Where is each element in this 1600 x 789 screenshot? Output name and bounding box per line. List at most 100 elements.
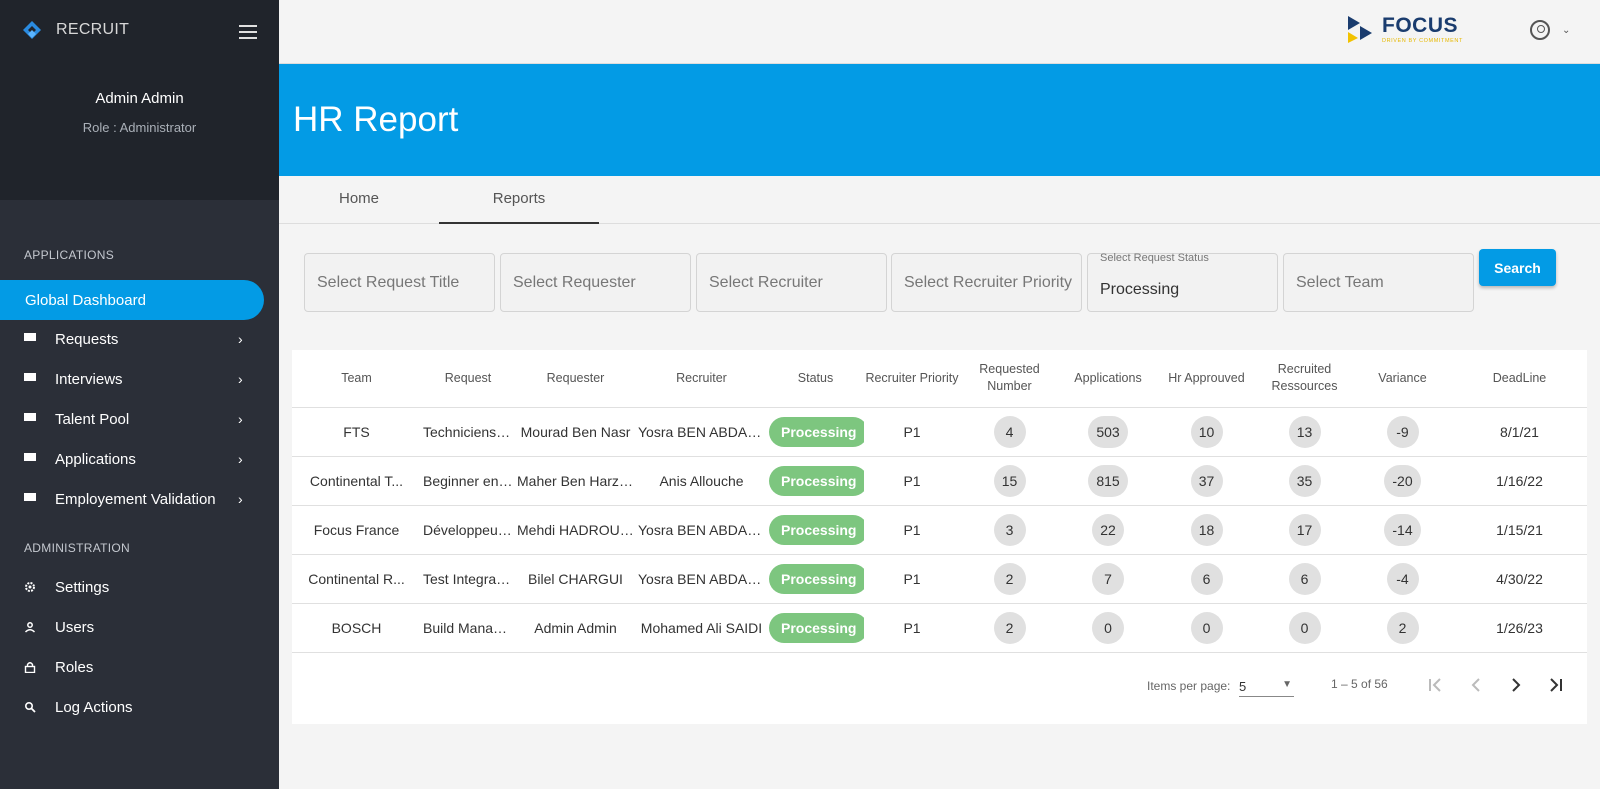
header-variance[interactable]: Variance	[1353, 350, 1452, 408]
header-team[interactable]: Team	[292, 350, 421, 408]
next-page-button[interactable]	[1502, 671, 1530, 699]
request-title-select[interactable]: Select Request Title	[304, 253, 495, 312]
sidebar-item-employement-validation[interactable]: Employement Validation ›	[0, 479, 264, 519]
count-badge: 22	[1092, 513, 1124, 546]
sidebar-item-applications[interactable]: Applications ›	[0, 439, 264, 479]
chevron-right-icon: ›	[238, 331, 243, 347]
status-badge: Processing	[769, 612, 864, 643]
range-label: 1 – 5 of 56	[1331, 677, 1388, 691]
cell-status: Processing	[767, 456, 864, 506]
account-circle-icon	[1530, 20, 1550, 40]
request-status-select[interactable]: Select Request Status Processing	[1087, 252, 1278, 312]
cell-requester: Admin Admin	[515, 603, 636, 653]
status-badge: Processing	[769, 416, 864, 447]
last-page-button[interactable]	[1541, 671, 1569, 699]
sidebar-item-interviews[interactable]: Interviews ›	[0, 359, 264, 399]
table-row[interactable]: BOSCH Build Manager Admin Admin Mohamed …	[292, 603, 1587, 653]
sidebar-item-requests[interactable]: Requests ›	[0, 319, 264, 359]
cell-recruited: 0	[1256, 603, 1353, 653]
menu-toggle-icon[interactable]	[239, 25, 257, 39]
page-title: HR Report	[293, 100, 459, 139]
header-hr-approuved[interactable]: Hr Approuved	[1157, 350, 1256, 408]
chevron-right-icon: ›	[238, 371, 243, 387]
sidebar-item-talent-pool[interactable]: Talent Pool ›	[0, 399, 264, 439]
request-status-value: Processing	[1100, 281, 1180, 298]
count-badge: 0	[1190, 611, 1223, 644]
count-badge: 0	[1092, 611, 1124, 644]
header-deadline[interactable]: DeadLine	[1452, 350, 1587, 408]
cell-priority: P1	[864, 456, 960, 506]
user-role: Role : Administrator	[82, 120, 197, 135]
requester-placeholder: Select Requester	[513, 274, 636, 291]
count-badge: 2	[993, 611, 1026, 644]
header-recruiter-priority[interactable]: Recruiter Priority	[864, 350, 960, 408]
sidebar-item-label: Log Actions	[55, 698, 133, 716]
search-button[interactable]: Search	[1479, 249, 1556, 286]
sidebar-item-global-dashboard[interactable]: Global Dashboard	[0, 280, 264, 320]
cell-recruiter: Yosra BEN ABDAL...	[636, 554, 767, 604]
account-menu[interactable]: ⌄	[1530, 20, 1570, 40]
focus-logo-word: FOCUS	[1382, 13, 1458, 37]
chevron-right-icon: ›	[238, 491, 243, 507]
count-badge: 2	[993, 562, 1026, 595]
tab-home[interactable]: Home	[279, 176, 439, 224]
count-badge: -4	[1386, 562, 1419, 595]
sidebar-item-label: Interviews	[55, 370, 123, 388]
header-requester[interactable]: Requester	[515, 350, 636, 408]
tab-reports[interactable]: Reports	[439, 176, 599, 224]
recruiter-select[interactable]: Select Recruiter	[696, 253, 887, 312]
header-request[interactable]: Request	[421, 350, 515, 408]
first-page-button[interactable]	[1422, 671, 1450, 699]
cell-request: Beginner engi...	[421, 456, 515, 506]
previous-page-button[interactable]	[1462, 671, 1490, 699]
cell-variance: -4	[1353, 554, 1452, 604]
cell-priority: P1	[864, 505, 960, 555]
recruiter-priority-placeholder: Select Recruiter Priority	[904, 274, 1073, 291]
team-select[interactable]: Select Team	[1283, 253, 1474, 312]
grid-icon	[24, 453, 36, 465]
paginator: Items per page: 5 ▼ 1 – 5 of 56	[292, 665, 1587, 715]
cell-request: Build Manager	[421, 603, 515, 653]
header-requested-number[interactable]: Requested Number	[960, 350, 1059, 408]
cell-hr-approved: 0	[1157, 603, 1256, 653]
sidebar-item-label: Talent Pool	[55, 410, 130, 428]
brand[interactable]: RECRUIT	[22, 20, 129, 40]
grid-icon	[24, 373, 36, 385]
app-name: RECRUIT	[56, 21, 130, 38]
cell-status: Processing	[767, 603, 864, 653]
table-row[interactable]: FTS Techniciens s... Mourad Ben Nasr Yos…	[292, 407, 1587, 457]
cell-variance: -9	[1353, 407, 1452, 457]
count-badge: -20	[1384, 464, 1421, 497]
header-recruited-ressources[interactable]: Recruited Ressources	[1256, 350, 1353, 408]
table-row[interactable]: Continental T... Beginner engi... Maher …	[292, 456, 1587, 506]
cell-deadline: 4/30/22	[1452, 554, 1587, 604]
items-per-page-select[interactable]: 5 ▼	[1239, 673, 1294, 697]
count-badge: -9	[1386, 415, 1419, 448]
cell-request: Test Integrati...	[421, 554, 515, 604]
count-badge: 10	[1190, 415, 1223, 448]
cell-applications: 503	[1059, 407, 1157, 457]
sidebar-item-users[interactable]: Users	[0, 607, 264, 647]
team-placeholder: Select Team	[1296, 274, 1384, 291]
sidebar-header: RECRUIT Admin Admin Role : Administrator	[0, 0, 279, 200]
table-row[interactable]: Continental R... Test Integrati... Bilel…	[292, 554, 1587, 604]
requester-select[interactable]: Select Requester	[500, 253, 691, 312]
cell-recruiter: Anis Allouche	[636, 456, 767, 506]
cell-status: Processing	[767, 554, 864, 604]
cell-team: Continental R...	[292, 554, 421, 604]
header-applications[interactable]: Applications	[1059, 350, 1157, 408]
sidebar-item-label: Requests	[55, 330, 119, 348]
sidebar-item-log-actions[interactable]: Log Actions	[0, 687, 264, 727]
count-badge: 815	[1088, 464, 1128, 497]
cell-deadline: 1/26/23	[1452, 603, 1587, 653]
sidebar-item-settings[interactable]: Settings	[0, 567, 264, 607]
cell-requester: Mourad Ben Nasr	[515, 407, 636, 457]
table-row[interactable]: Focus France Développeurs... Mehdi HADRO…	[292, 505, 1587, 555]
header-recruiter[interactable]: Recruiter	[636, 350, 767, 408]
recruiter-priority-select[interactable]: Select Recruiter Priority	[891, 253, 1082, 312]
header-status[interactable]: Status	[767, 350, 864, 408]
count-badge: 3	[993, 513, 1026, 546]
sidebar: RECRUIT Admin Admin Role : Administrator…	[0, 0, 279, 789]
cell-priority: P1	[864, 603, 960, 653]
sidebar-item-roles[interactable]: Roles	[0, 647, 264, 687]
